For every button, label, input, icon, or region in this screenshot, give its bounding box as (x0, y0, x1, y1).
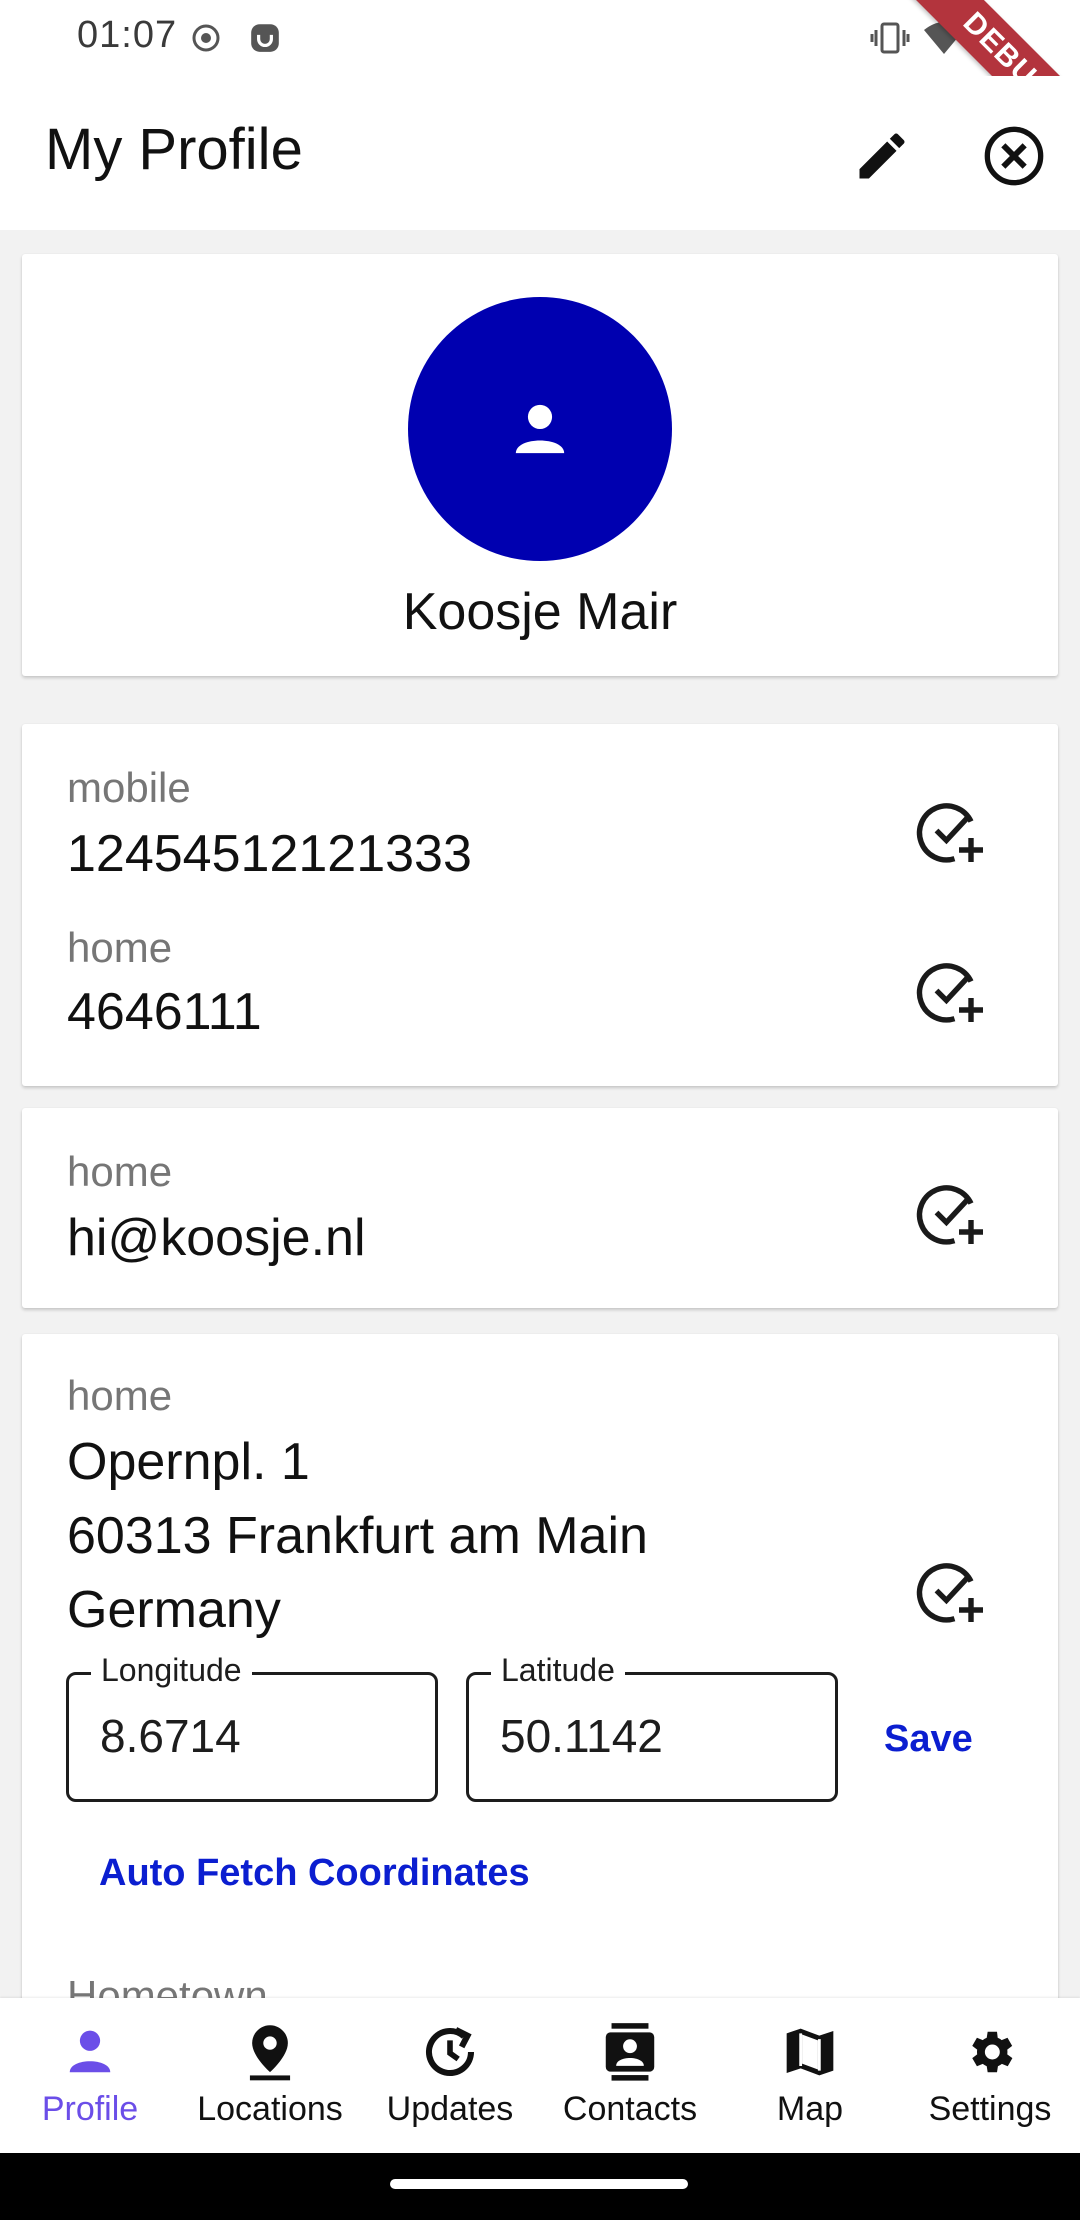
page-title: My Profile (45, 117, 303, 182)
address-line1[interactable]: Opernpl. 1 (67, 1432, 310, 1492)
nav-label: Settings (928, 2090, 1052, 2128)
phones-card: mobile 12454512121333 home 4646111 (22, 724, 1058, 1086)
map-icon (775, 2020, 845, 2084)
person-icon (55, 2020, 125, 2084)
nav-item-profile[interactable]: Profile (0, 1998, 180, 2153)
nav-item-map[interactable]: Map (720, 1998, 900, 2153)
history-icon (415, 2020, 485, 2084)
bottom-navigation: Profile Locations Updates Contacts Map S… (0, 1998, 1080, 2153)
phone-label: home (67, 924, 173, 971)
notification-app-icon (248, 20, 282, 61)
edit-button[interactable] (846, 120, 918, 192)
nav-label: Profile (41, 2090, 139, 2128)
email-card: home hi@koosje.nl (22, 1108, 1058, 1308)
address-label: home (67, 1372, 173, 1419)
add-check-icon[interactable] (914, 1556, 986, 1628)
screen: 01:07 DEBUG My Profile Koosje Mair mobil… (0, 0, 1080, 2220)
status-bar: 01:07 DEBUG (0, 0, 1080, 182)
contacts-icon (595, 2020, 665, 2084)
close-circle-icon (984, 126, 1044, 186)
nav-label: Map (776, 2090, 844, 2128)
address-card: home Opernpl. 1 60313 Frankfurt am Main … (22, 1334, 1058, 1998)
add-check-icon[interactable] (914, 956, 986, 1028)
profile-name: Koosje Mair (402, 583, 678, 641)
app-bar: My Profile (0, 76, 1080, 230)
pencil-icon (859, 133, 905, 179)
vibrate-icon (870, 20, 910, 61)
nav-item-settings[interactable]: Settings (900, 1998, 1080, 2153)
system-navigation-bar (0, 2153, 1080, 2220)
nav-label: Updates (386, 2090, 514, 2128)
latitude-input[interactable]: 50.1142 (500, 1709, 663, 1763)
latitude-label: Latitude (491, 1652, 625, 1689)
add-check-icon[interactable] (914, 1178, 986, 1250)
avatar[interactable] (408, 297, 672, 561)
longitude-input[interactable]: 8.6714 (100, 1709, 241, 1763)
phone-label: mobile (67, 764, 191, 811)
email-value[interactable]: hi@koosje.nl (67, 1208, 366, 1268)
hometown-label: Hometown (67, 1972, 268, 1998)
latitude-field[interactable]: Latitude 50.1142 (466, 1652, 838, 1802)
auto-fetch-coordinates-button[interactable]: Auto Fetch Coordinates (99, 1852, 530, 1895)
profile-content[interactable]: Koosje Mair mobile 12454512121333 home 4… (0, 230, 1080, 1998)
nav-item-contacts[interactable]: Contacts (540, 1998, 720, 2153)
email-label: home (67, 1148, 173, 1195)
person-icon (515, 404, 565, 454)
save-button[interactable]: Save (884, 1718, 973, 1761)
nav-item-locations[interactable]: Locations (180, 1998, 360, 2153)
location-pin-icon (235, 2020, 305, 2084)
longitude-field[interactable]: Longitude 8.6714 (66, 1652, 438, 1802)
nav-label: Locations (197, 2090, 343, 2128)
nav-label: Contacts (562, 2090, 698, 2128)
address-line3[interactable]: Germany (67, 1580, 281, 1640)
status-time: 01:07 (77, 14, 178, 56)
nav-item-updates[interactable]: Updates (360, 1998, 540, 2153)
phone-value[interactable]: 4646111 (67, 982, 262, 1042)
close-button[interactable] (978, 120, 1050, 192)
profile-card: Koosje Mair (22, 254, 1058, 676)
gear-icon (955, 2020, 1025, 2084)
phone-value[interactable]: 12454512121333 (67, 824, 472, 884)
address-line2[interactable]: 60313 Frankfurt am Main (67, 1506, 648, 1566)
record-icon (190, 20, 222, 61)
longitude-label: Longitude (91, 1652, 252, 1689)
add-check-icon[interactable] (914, 796, 986, 868)
home-gesture-handle[interactable] (390, 2179, 688, 2189)
